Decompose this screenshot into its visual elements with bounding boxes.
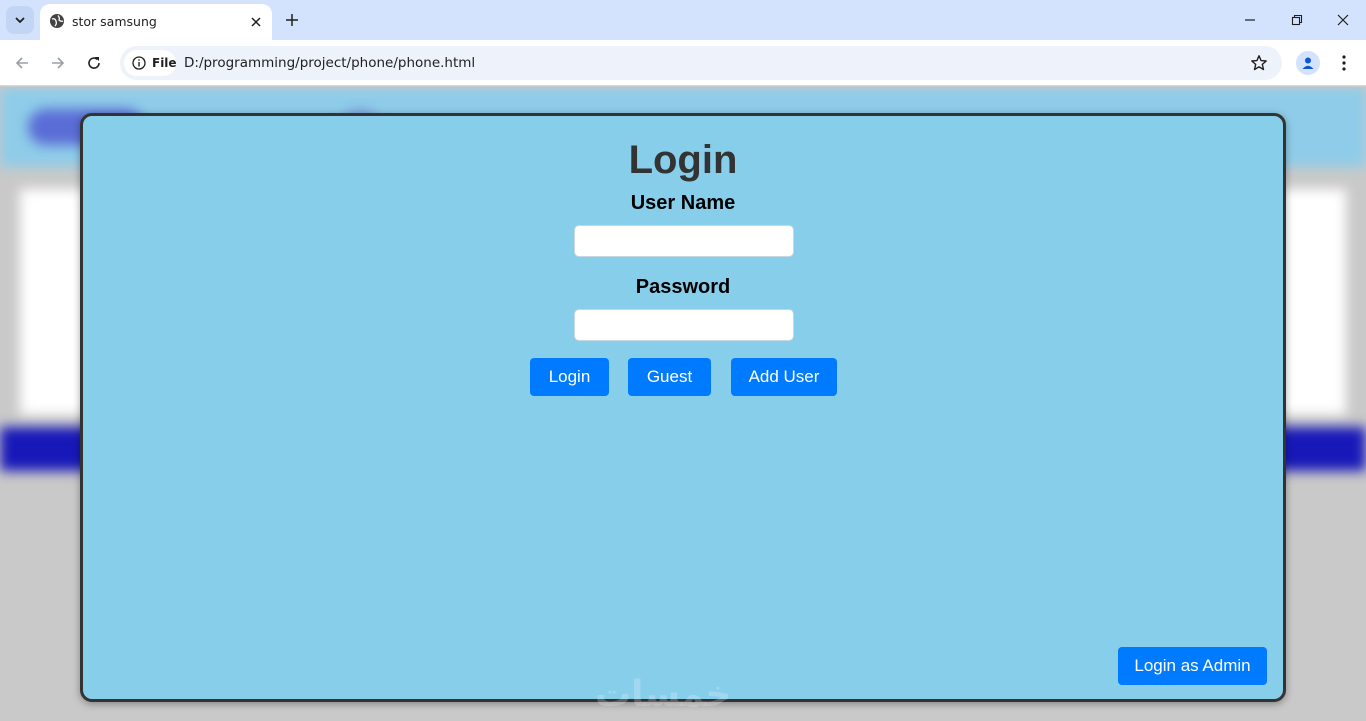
- bookmark-button[interactable]: [1248, 52, 1270, 74]
- username-label: User Name: [630, 192, 736, 214]
- login-button[interactable]: Login: [530, 358, 609, 396]
- close-icon: [251, 17, 261, 27]
- reload-button[interactable]: [81, 50, 107, 76]
- login-title: Login: [628, 138, 738, 182]
- chevron-down-icon: [15, 17, 25, 24]
- password-label: Password: [635, 276, 731, 298]
- tab-strip: stor samsung: [0, 0, 1366, 40]
- watermark-logo: خمسات: [595, 674, 732, 715]
- restore-icon: [1291, 14, 1303, 26]
- arrow-right-icon: [52, 57, 65, 69]
- reload-icon: [88, 57, 100, 69]
- add-user-button[interactable]: Add User: [731, 358, 837, 396]
- arrow-left-icon: [15, 57, 28, 69]
- forward-button[interactable]: [45, 50, 71, 76]
- close-icon: [1337, 14, 1349, 26]
- more-vertical-icon: [1342, 55, 1346, 71]
- person-icon: [1302, 57, 1314, 69]
- login-modal: Login User Name Password Login Guest Add…: [80, 113, 1286, 715]
- page-viewport: Login User Name Password Login Guest Add…: [0, 87, 1366, 721]
- close-window-button[interactable]: [1331, 8, 1355, 32]
- guest-button[interactable]: Guest: [628, 358, 711, 396]
- browser-tab[interactable]: stor samsung: [40, 4, 272, 40]
- site-info-chip[interactable]: File: [124, 50, 177, 76]
- site-chip-label: File: [152, 56, 177, 70]
- info-icon: [132, 56, 146, 70]
- tab-close-button[interactable]: [246, 12, 266, 32]
- password-input[interactable]: [574, 309, 794, 341]
- browser-menu-button[interactable]: [1332, 51, 1356, 75]
- restore-button[interactable]: [1285, 8, 1309, 32]
- new-tab-button[interactable]: [280, 8, 304, 32]
- url-text[interactable]: D:/programming/project/phone/phone.html: [184, 55, 475, 71]
- plus-icon: [286, 14, 298, 26]
- minimize-button[interactable]: [1238, 8, 1262, 32]
- minimize-icon: [1245, 19, 1255, 21]
- tab-title: stor samsung: [72, 14, 157, 29]
- back-button[interactable]: [9, 50, 35, 76]
- globe-icon: [50, 14, 64, 28]
- tab-search-button[interactable]: [6, 6, 34, 34]
- star-icon: [1251, 55, 1267, 71]
- username-input[interactable]: [574, 225, 794, 257]
- login-as-admin-button[interactable]: Login as Admin: [1118, 647, 1267, 685]
- profile-button[interactable]: [1296, 51, 1320, 75]
- browser-toolbar: File D:/programming/project/phone/phone.…: [0, 40, 1366, 86]
- address-bar[interactable]: File D:/programming/project/phone/phone.…: [120, 46, 1282, 80]
